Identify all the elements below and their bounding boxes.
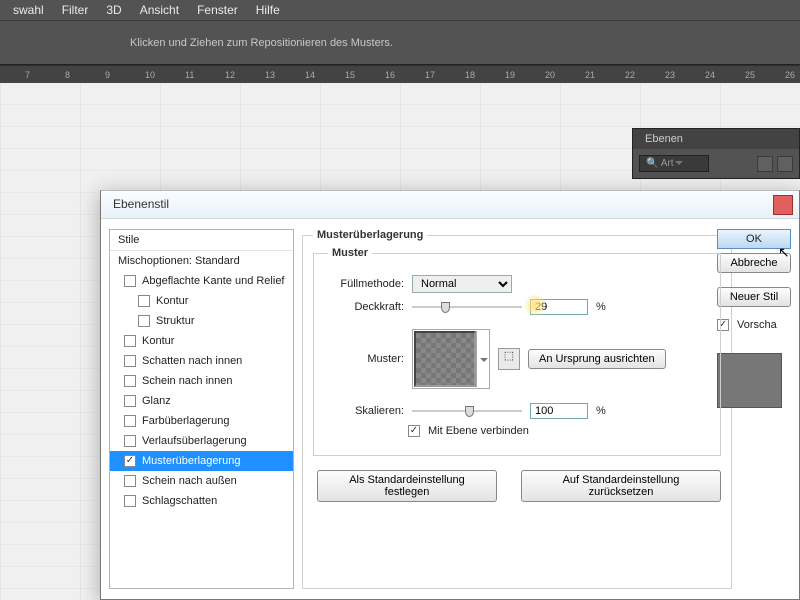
style-checkbox[interactable] — [124, 335, 136, 347]
style-checkbox[interactable] — [124, 355, 136, 367]
menu-bar[interactable]: swahl Filter 3D Ansicht Fenster Hilfe — [0, 0, 800, 20]
style-item[interactable]: Schatten nach innen — [110, 351, 293, 371]
menu-item[interactable]: Hilfe — [247, 1, 289, 19]
style-checkbox[interactable] — [124, 475, 136, 487]
menu-item[interactable]: Filter — [53, 1, 98, 19]
pattern-picker-dropdown[interactable] — [476, 331, 488, 387]
layers-tab[interactable]: Ebenen — [633, 129, 799, 149]
toolbar-hint: Klicken und Ziehen zum Repositionieren d… — [130, 37, 393, 49]
menu-item[interactable]: swahl — [4, 1, 53, 19]
style-checkbox[interactable] — [124, 375, 136, 387]
style-item[interactable]: Abgeflachte Kante und Relief — [110, 271, 293, 291]
style-checkbox[interactable] — [124, 275, 136, 287]
styles-header: Stile — [110, 230, 293, 251]
style-item-label: Musterüberlagerung — [142, 455, 240, 467]
style-checkbox[interactable] — [124, 395, 136, 407]
reset-default-button[interactable]: Auf Standardeinstellung zurücksetzen — [521, 470, 721, 502]
style-item-label: Struktur — [156, 315, 195, 327]
layer-style-dialog: Ebenenstil Stile Mischoptionen: Standard… — [100, 190, 800, 600]
pattern-overlay-group: Musterüberlagerung Muster Füllmethode: N… — [302, 229, 732, 589]
opacity-slider[interactable] — [412, 306, 522, 308]
horizontal-ruler: 7 8 9 10 11 12 13 14 15 16 17 18 19 20 2… — [0, 65, 800, 83]
dialog-title: Ebenenstil — [101, 191, 799, 219]
style-checkbox[interactable] — [138, 295, 150, 307]
style-item-label: Abgeflachte Kante und Relief — [142, 275, 285, 287]
toolbar: Klicken und Ziehen zum Repositionieren d… — [0, 20, 800, 65]
snap-origin-button[interactable]: An Ursprung ausrichten — [528, 349, 666, 369]
style-item[interactable]: Kontur — [110, 291, 293, 311]
close-icon[interactable] — [773, 195, 793, 215]
preview-swatch — [717, 353, 782, 408]
style-item-label: Kontur — [142, 335, 174, 347]
style-item[interactable]: Schein nach innen — [110, 371, 293, 391]
style-checkbox[interactable]: ✓ — [124, 455, 136, 467]
style-item-label: Schatten nach innen — [142, 355, 242, 367]
menu-item[interactable]: 3D — [97, 1, 130, 19]
opacity-input[interactable] — [530, 299, 588, 315]
pattern-group: Muster Füllmethode: Normal Deckkraft: % — [313, 247, 721, 456]
style-item-label: Kontur — [156, 295, 188, 307]
style-item[interactable]: Schlagschatten — [110, 491, 293, 511]
menu-item[interactable]: Fenster — [188, 1, 247, 19]
scale-input[interactable] — [530, 403, 588, 419]
styles-list[interactable]: Stile Mischoptionen: Standard Abgeflachte… — [109, 229, 294, 589]
scale-label: Skalieren: — [328, 405, 404, 417]
style-item-label: Glanz — [142, 395, 171, 407]
style-item[interactable]: Kontur — [110, 331, 293, 351]
style-item[interactable]: ✓ Musterüberlagerung — [110, 451, 293, 471]
layers-panel[interactable]: Ebenen 🔍 Art — [632, 128, 800, 179]
blend-mode-select[interactable]: Normal — [412, 275, 512, 293]
ok-button[interactable]: OK — [717, 229, 791, 249]
style-checkbox[interactable] — [124, 435, 136, 447]
style-item[interactable]: Struktur — [110, 311, 293, 331]
style-checkbox[interactable] — [138, 315, 150, 327]
style-item-label: Mischoptionen: Standard — [118, 255, 240, 267]
pattern-label: Muster: — [328, 353, 404, 365]
menu-item[interactable]: Ansicht — [131, 1, 188, 19]
style-item-label: Schein nach innen — [142, 375, 233, 387]
style-item[interactable]: Verlaufsüberlagerung — [110, 431, 293, 451]
style-item-label: Verlaufsüberlagerung — [142, 435, 247, 447]
scale-slider[interactable] — [412, 410, 522, 412]
style-item[interactable]: Mischoptionen: Standard — [110, 251, 293, 271]
new-style-button[interactable]: Neuer Stil — [717, 287, 791, 307]
snap-to-origin-icon[interactable]: ⬚ — [498, 348, 520, 370]
style-item-label: Schlagschatten — [142, 495, 217, 507]
style-item-label: Schein nach außen — [142, 475, 237, 487]
make-default-button[interactable]: Als Standardeinstellung festlegen — [317, 470, 497, 502]
filter-icon-2[interactable] — [777, 156, 793, 172]
blend-mode-label: Füllmethode: — [328, 278, 404, 290]
preview-label: Vorscha — [737, 319, 777, 331]
style-checkbox[interactable] — [124, 495, 136, 507]
style-item[interactable]: Farbüberlagerung — [110, 411, 293, 431]
cancel-button[interactable]: Abbreche — [717, 253, 791, 273]
style-item-label: Farbüberlagerung — [142, 415, 229, 427]
style-checkbox[interactable] — [124, 415, 136, 427]
link-with-layer-label: Mit Ebene verbinden — [428, 425, 529, 437]
style-item[interactable]: Schein nach außen — [110, 471, 293, 491]
link-with-layer-checkbox[interactable]: ✓ — [408, 425, 420, 437]
style-item[interactable]: Glanz — [110, 391, 293, 411]
filter-icon[interactable] — [757, 156, 773, 172]
pattern-swatch[interactable] — [414, 331, 476, 387]
opacity-label: Deckkraft: — [328, 301, 404, 313]
layer-kind-select[interactable]: 🔍 Art — [639, 155, 709, 172]
